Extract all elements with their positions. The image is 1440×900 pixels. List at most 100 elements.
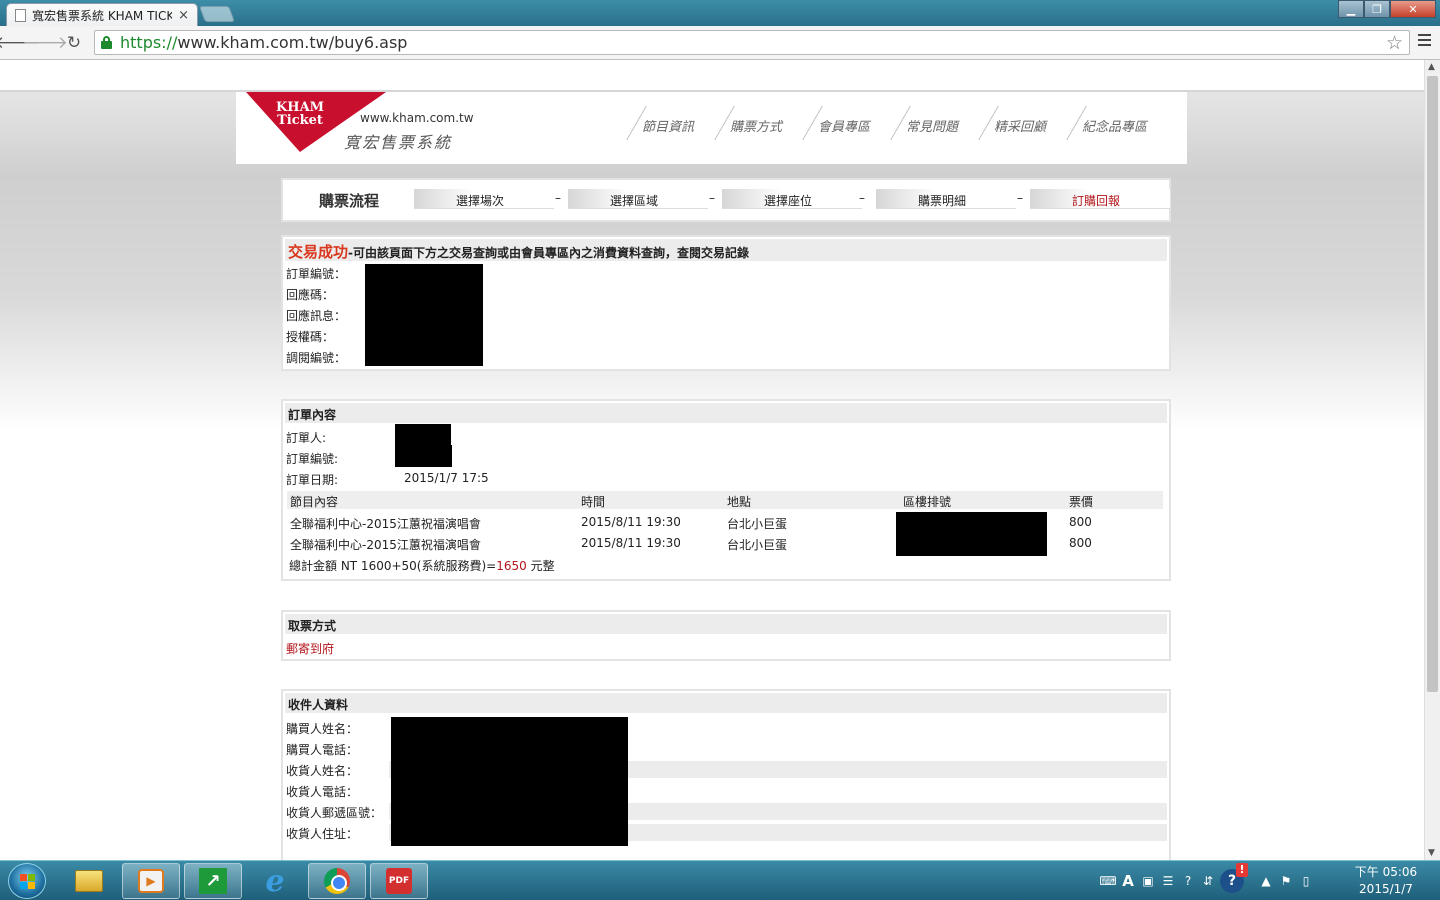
pickup-panel: 取票方式 郵寄到府: [281, 610, 1171, 661]
success-panel: 交易成功-可由該頁面下方之交易查詢或由會員專區內之消費資料查詢，查閱交易記錄 訂…: [281, 235, 1171, 371]
action-center-flag-icon[interactable]: ⚑: [1278, 872, 1294, 890]
page-icon: [15, 8, 26, 22]
pickup-method: 郵寄到府: [286, 642, 335, 656]
taskbar-chart-app[interactable]: ↗: [184, 863, 242, 899]
order-total: 總計金額 NT 1600+50(系統服務費)=1650 元整: [289, 559, 555, 573]
receiver-zip-label: 收貨人郵遞區號：: [286, 806, 383, 820]
alert-icon[interactable]: ?: [1220, 863, 1248, 893]
scroll-up-icon[interactable]: ▲: [1428, 62, 1435, 72]
row-price: 800: [1069, 515, 1092, 529]
nav-item-how-to-buy[interactable]: 購票方式: [714, 106, 802, 138]
step-order-report: 訂購回報: [1030, 189, 1170, 209]
recipient-panel: 收件人資料 購買人姓名： 購買人電話： 收貨人姓名： 收貨人電話： 收貨人郵遞區…: [281, 689, 1171, 860]
order-date-label: 訂單日期:: [286, 473, 339, 487]
retrieval-number-label: 調閱編號：: [286, 351, 347, 365]
taskbar-media-player[interactable]: ▶: [122, 863, 180, 899]
success-note: -可由該頁面下方之交易查詢或由會員專區內之消費資料查詢，查閱交易記錄: [348, 246, 749, 260]
clock-time: 下午 05:06: [1354, 865, 1418, 879]
show-hidden-icon[interactable]: ▲: [1258, 872, 1274, 890]
nav-item-highlights[interactable]: 精采回顧: [978, 106, 1066, 138]
step-separator: –: [555, 191, 561, 205]
redacted-block: [395, 445, 452, 467]
orderer-label: 訂單人:: [286, 431, 327, 445]
media-player-icon: ▶: [138, 869, 164, 893]
settings-icon[interactable]: ☰: [1160, 872, 1176, 890]
col-time: 時間: [581, 495, 606, 509]
logo-text: KHAM Ticket: [276, 100, 325, 128]
windows-logo-icon: [20, 874, 36, 890]
start-button[interactable]: [8, 863, 46, 899]
tray-toggle-icon[interactable]: ⇵: [1200, 872, 1216, 890]
clock-date: 2015/1/7: [1359, 882, 1413, 896]
scroll-thumb[interactable]: [1427, 76, 1438, 692]
window-controls: ▁ ❐ ✕: [1338, 0, 1436, 18]
success-headline: 交易成功: [288, 243, 349, 261]
row-venue: 台北小巨蛋: [727, 517, 788, 531]
bookmark-star-icon[interactable]: ☆: [1386, 32, 1403, 54]
minimize-button[interactable]: ▁: [1338, 0, 1364, 18]
site-url: www.kham.com.tw: [360, 111, 474, 125]
pickup-title: 取票方式: [285, 614, 1167, 634]
buyer-phone-label: 購買人電話：: [286, 743, 359, 757]
row-time: 2015/8/11 19:30: [581, 515, 681, 529]
purchase-steps: 購票流程 選擇場次 – 選擇區域 – 選擇座位 – 購票明細 – 訂購回報: [281, 178, 1171, 222]
input-method-icon[interactable]: ⌨: [1099, 872, 1116, 890]
step-separator: –: [709, 191, 715, 205]
buyer-name-label: 購買人姓名：: [286, 722, 359, 736]
taskbar-explorer[interactable]: [60, 863, 118, 899]
close-window-button[interactable]: ✕: [1390, 0, 1436, 18]
scroll-down-icon[interactable]: ▼: [1428, 848, 1435, 858]
step-separator: –: [1017, 191, 1023, 205]
row-price: 800: [1069, 536, 1092, 550]
chrome-icon: [324, 868, 350, 894]
power-icon[interactable]: ▯: [1298, 872, 1314, 890]
url-scheme: https://: [120, 33, 178, 52]
recipient-title: 收件人資料: [285, 693, 1167, 713]
order-title: 訂單內容: [285, 403, 1167, 423]
order-date-value: 2015/1/7 17:5: [404, 471, 489, 485]
page-scrollbar[interactable]: ▲ ▼: [1424, 60, 1440, 860]
pdf-icon: PDF: [386, 868, 412, 894]
address-bar[interactable]: https://www.kham.com.tw/buy6.asp ☆: [94, 30, 1410, 55]
window-icon[interactable]: ▣: [1140, 872, 1156, 890]
nav-item-members[interactable]: 會員專區: [802, 106, 890, 138]
internet-explorer-icon: e: [265, 863, 285, 899]
nav-item-souvenirs[interactable]: 紀念品專區: [1066, 106, 1154, 138]
maximize-button[interactable]: ❐: [1364, 0, 1390, 18]
order-no-label: 訂單編號:: [286, 452, 339, 466]
font-a-icon[interactable]: A: [1120, 872, 1136, 890]
nav-item-faq[interactable]: 常見問題: [890, 106, 978, 138]
redacted-block: [391, 717, 628, 846]
folder-icon: [75, 870, 103, 892]
order-panel: 訂單內容 訂單人: 訂單編號: 訂單日期: 2015/1/7 17:5 節目內容…: [281, 399, 1171, 581]
steps-title: 購票流程: [319, 192, 380, 210]
taskbar-ie[interactable]: e: [246, 863, 304, 899]
help-icon[interactable]: ?: [1180, 872, 1196, 890]
forward-arrow-icon[interactable]: 🡒: [22, 32, 68, 54]
redacted-block: [395, 424, 451, 446]
taskbar-pdf[interactable]: PDF: [370, 863, 428, 899]
order-number-label: 訂單編號：: [286, 267, 347, 281]
total-amount: 1650: [496, 559, 527, 573]
nav-item-programs[interactable]: 節目資訊: [626, 106, 714, 138]
menu-icon[interactable]: [1418, 34, 1431, 47]
url-path: www.kham.com.tw/buy6.asp: [177, 33, 408, 52]
col-program: 節目內容: [290, 495, 339, 509]
row-time: 2015/8/11 19:30: [581, 536, 681, 550]
row-program: 全聯福利中心-2015江蕙祝福演唱會: [290, 517, 481, 531]
receiver-phone-label: 收貨人電話：: [286, 785, 359, 799]
redacted-block: [365, 264, 483, 366]
taskbar-chrome[interactable]: [308, 863, 366, 899]
reload-icon[interactable]: ↻: [63, 32, 85, 54]
response-message-label: 回應訊息：: [286, 309, 347, 323]
new-tab-button[interactable]: [199, 6, 235, 22]
browser-tab[interactable]: 寬宏售票系統 KHAM TICK ×: [6, 3, 198, 26]
system-clock[interactable]: 下午 05:06 2015/1/7: [1348, 864, 1424, 898]
step-separator: –: [859, 191, 865, 205]
response-code-label: 回應碼：: [286, 288, 335, 302]
step-select-session: 選擇場次: [414, 189, 554, 209]
col-venue: 地點: [727, 495, 752, 509]
row-program: 全聯福利中心-2015江蕙祝福演唱會: [290, 538, 481, 552]
tab-close-icon[interactable]: ×: [178, 8, 189, 23]
step-select-area: 選擇區域: [568, 189, 708, 209]
